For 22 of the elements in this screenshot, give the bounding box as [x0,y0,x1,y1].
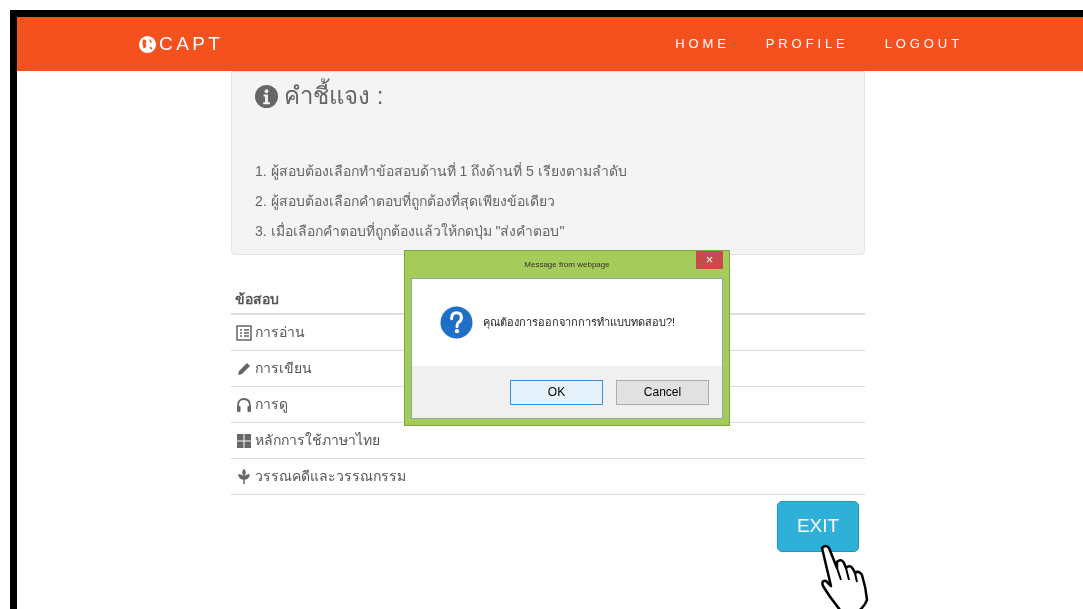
dialog-title: Message from webpage [524,258,610,271]
dialog-button[interactable]: Cancel [616,379,709,405]
sprout-icon [236,468,252,485]
list-icon [236,324,252,341]
pencil-icon [236,360,252,377]
exam-link[interactable]: การดู [255,394,288,415]
grid-icon [236,432,252,449]
close-button[interactable]: × [696,251,723,269]
exam-link[interactable]: วรรณคดีและวรรณกรรม [255,466,406,487]
instruction-text: 2. ผู้สอบต้องเลือกคำตอบที่ถูกต้องที่สุดเพียงข้อเดียว [255,191,556,212]
dialog-message: คุณต้องการออกจากการทำแบบทดสอบ?! [483,315,676,331]
exam-link[interactable]: การเขียน [255,358,312,379]
exam-link[interactable]: หลักการใช้ภาษาไทย [255,430,380,451]
instruction-text: 3. เมื่อเลือกคำตอบที่ถูกต้องแล้วให้กดปุ่ม "ส่งคำตอบ" [255,221,566,242]
globe-icon [138,34,157,54]
question-icon [440,306,473,339]
info-icon [255,84,278,108]
exam-link[interactable]: การอ่าน [255,322,305,343]
instruction-text: 1. ผู้สอบต้องเลือกทำข้อสอบด้านที่ 1 ถึงด้านที่ 5 เรียงตามลำดับ [255,161,628,182]
dialog-button[interactable]: OK [510,379,603,405]
headphones-icon [236,396,252,413]
instructions-title: คำชี้แจง : [284,78,384,114]
